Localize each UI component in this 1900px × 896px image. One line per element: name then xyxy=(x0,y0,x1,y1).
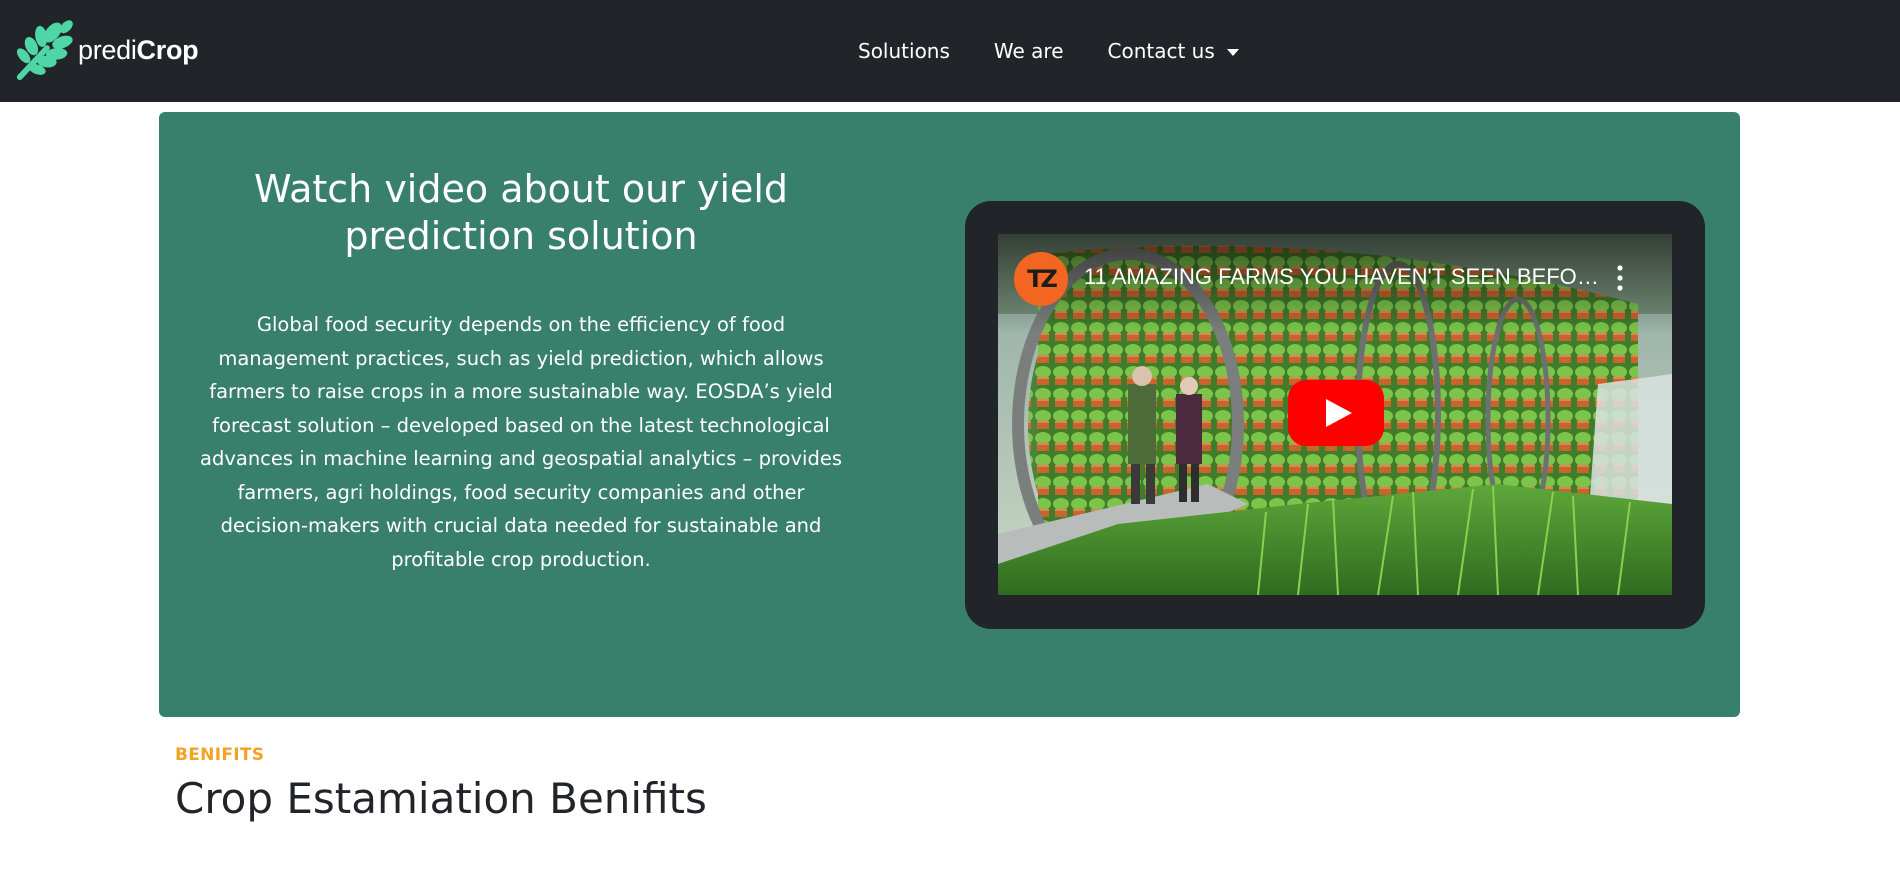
leaf-icon xyxy=(16,20,73,81)
brand-prefix: predi xyxy=(78,34,137,65)
nav-link-we-are[interactable]: We are xyxy=(994,39,1064,63)
benefits-eyebrow: BENIFITS xyxy=(175,745,265,765)
navbar: prediCrop Solutions We are Contact us xyxy=(0,0,1900,102)
benefits-title: Crop Estamiation Benifits xyxy=(175,774,707,823)
brand-link[interactable]: prediCrop xyxy=(14,18,199,82)
main-nav: Solutions We are Contact us xyxy=(858,0,1283,102)
hero-description: Global food security depends on the effi… xyxy=(200,313,842,571)
channel-avatar[interactable]: TZ xyxy=(1014,252,1068,306)
channel-avatar-text: TZ xyxy=(1027,265,1058,293)
video-player[interactable]: TZ 11 AMAZING FARMS YOU HAVEN'T SEEN BEF… xyxy=(998,234,1672,595)
video-title[interactable]: 11 AMAZING FARMS YOU HAVEN'T SEEN BEFORE xyxy=(1084,264,1604,290)
video-frame: TZ 11 AMAZING FARMS YOU HAVEN'T SEEN BEF… xyxy=(965,201,1705,629)
hero-title: Watch video about our yield prediction s… xyxy=(253,167,789,258)
brand-suffix: Crop xyxy=(136,34,199,65)
caret-down-icon xyxy=(1226,48,1239,56)
nav-dropdown-contact-us[interactable]: Contact us xyxy=(1108,39,1239,63)
kebab-menu-icon[interactable] xyxy=(1613,264,1627,292)
play-icon[interactable] xyxy=(1288,380,1384,446)
video-hero-section: Watch video about our yield prediction s… xyxy=(159,112,1740,717)
nav-link-solutions[interactable]: Solutions xyxy=(858,39,950,63)
brand-name: prediCrop xyxy=(78,34,199,66)
nav-link-contact-us-label: Contact us xyxy=(1107,39,1215,63)
